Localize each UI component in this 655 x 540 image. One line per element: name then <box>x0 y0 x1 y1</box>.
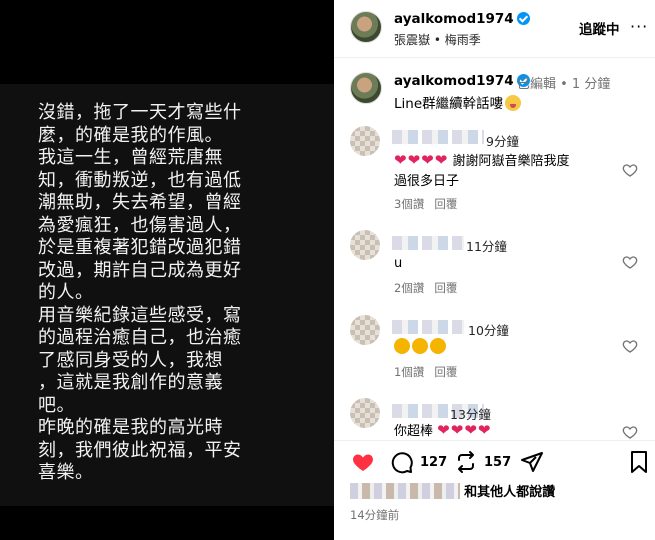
liker-avatars[interactable] <box>350 483 460 499</box>
red-heart-emoji-icon: ❤ <box>407 151 421 169</box>
caption-username-text[interactable]: ayalkomod1974 <box>394 73 514 89</box>
comment-meta: 1個讚 回覆 <box>394 364 467 380</box>
comment-text: u <box>394 256 403 271</box>
bookmark-save-icon[interactable] <box>629 450 649 474</box>
comment-bubble-icon[interactable] <box>390 450 414 474</box>
red-heart-emoji-icon: ❤ <box>434 151 448 169</box>
reply-button[interactable]: 回覆 <box>434 197 457 211</box>
post-timestamp[interactable]: 14分鐘前 <box>350 507 399 523</box>
text-line: 用音樂紀錄這些感受，寫 <box>38 304 242 326</box>
text-line: 了感同身受的人，我想 <box>38 349 223 371</box>
like-comment-heart-icon[interactable] <box>622 424 638 440</box>
text-line: 沒錯，拖了一天才寫些什 <box>38 102 242 123</box>
comment-time: 11分鐘 <box>466 239 507 254</box>
likes-summary-text[interactable]: 和其他人都說讚 <box>464 485 555 500</box>
red-heart-emoji-icon: ❤ <box>450 421 464 439</box>
comment-username[interactable] <box>392 320 464 334</box>
verified-badge-icon <box>516 12 530 25</box>
text-line: 於是重複著犯錯改過犯錯 <box>38 237 242 258</box>
author-avatar[interactable] <box>350 11 382 43</box>
comment-text <box>394 338 448 358</box>
clapping-hands-emoji-icon <box>412 338 428 354</box>
heart-eyes-emoji-icon: ❤ <box>437 421 450 439</box>
text-line: 刻，我們彼此祝福，平安 <box>38 439 242 461</box>
clapping-hands-emoji-icon <box>394 338 410 354</box>
red-heart-emoji-icon: ❤ <box>477 421 491 439</box>
comment-likes-count[interactable]: 2個讚 <box>394 281 424 295</box>
comment-likes-count[interactable]: 3個讚 <box>394 197 424 211</box>
comment-avatar[interactable] <box>350 315 380 345</box>
reply-button[interactable]: 回覆 <box>434 365 457 379</box>
text-line: 知，衝動叛逆，也有過低 <box>38 169 242 191</box>
text-line: 吧。 <box>38 394 75 416</box>
post-media: 沒錯，拖了一天才寫些什 麼，的確是我的作風。 我這一生，曾經荒唐無 知，衝動叛逆… <box>0 0 334 540</box>
caption-text: Line群繼續幹話嘍 <box>394 92 522 112</box>
red-heart-emoji-icon: ❤ <box>394 151 407 169</box>
text-line: 我這一生，曾經荒唐無 <box>38 147 223 168</box>
comment-text-line: 過很多日子 <box>394 174 460 189</box>
comment-time: 9分鐘 <box>486 134 519 149</box>
comment-username[interactable] <box>392 130 484 144</box>
author-username-text[interactable]: ayalkomod1974 <box>394 11 514 27</box>
comment-count[interactable]: 127 <box>420 455 447 470</box>
caption-edited-time: 已編輯 • 1 分鐘 <box>517 77 611 92</box>
text-line: 的過程治癒自己，也治癒 <box>38 327 242 348</box>
comment-text-line: 謝謝阿嶽音樂陪我度 <box>452 154 570 169</box>
post-header: ayalkomod1974 張震嶽 • 梅雨季 追蹤中 ··· <box>334 0 655 58</box>
reply-button[interactable]: 回覆 <box>434 281 457 295</box>
comment-avatar[interactable] <box>350 230 380 260</box>
following-button[interactable]: 追蹤中 <box>579 18 620 38</box>
more-options-icon[interactable]: ··· <box>630 17 648 36</box>
caption-text-content: Line群繼續幹話嘍 <box>394 96 504 112</box>
text-line: 喜樂。 <box>38 462 94 483</box>
comment-text: ❤❤❤❤ 謝謝阿嶽音樂陪我度 過很多日子 <box>394 150 569 192</box>
comment-time: 10分鐘 <box>468 323 509 338</box>
text-line: 昨晚的確是我的高光時 <box>38 417 223 438</box>
text-line: 為愛瘋狂，也傷害過人， <box>38 214 242 236</box>
caption-avatar[interactable] <box>350 72 382 104</box>
caption-username[interactable]: ayalkomod1974 <box>394 73 530 89</box>
repost-icon[interactable] <box>454 450 478 474</box>
author-username[interactable]: ayalkomod1974 <box>394 11 530 27</box>
red-heart-emoji-icon: ❤ <box>464 421 477 439</box>
author-subtitle[interactable]: 張震嶽 • 梅雨季 <box>394 31 481 48</box>
clapping-hands-emoji-icon <box>430 338 446 354</box>
repost-count[interactable]: 157 <box>484 455 511 470</box>
like-comment-heart-icon[interactable] <box>622 338 638 354</box>
likes-summary[interactable]: 和其他人都說讚 <box>350 481 555 500</box>
comment-likes-count[interactable]: 1個讚 <box>394 365 424 379</box>
tongue-face-emoji-icon <box>505 95 522 111</box>
post-image-text: 沒錯，拖了一天才寫些什 麼，的確是我的作風。 我這一生，曾經荒唐無 知，衝動叛逆… <box>38 102 328 485</box>
like-comment-heart-icon[interactable] <box>622 162 638 178</box>
post-action-bar: 127 157 和其他人都說讚 14分鐘前 <box>334 440 655 540</box>
comment-avatar[interactable] <box>350 398 380 428</box>
comment-text: 你超棒 ❤❤❤❤ <box>394 420 491 442</box>
like-comment-heart-icon[interactable] <box>622 254 638 270</box>
share-send-icon[interactable] <box>520 450 544 474</box>
post-details-panel: ayalkomod1974 張震嶽 • 梅雨季 追蹤中 ··· ayalkomo… <box>334 0 655 540</box>
like-heart-icon[interactable] <box>350 450 376 474</box>
text-line: 的人。 <box>38 282 94 303</box>
comment-meta: 2個讚 回覆 <box>394 280 467 296</box>
text-line: 麼，的確是我的作風。 <box>38 124 223 146</box>
comment-text-line: 你超棒 <box>394 424 434 439</box>
comment-meta: 3個讚 回覆 <box>394 196 467 212</box>
text-line: 潮無助，失去希望，曾經 <box>38 192 242 213</box>
comment-avatar[interactable] <box>350 126 380 156</box>
text-line: 改過，期許自己成為更好 <box>38 259 242 281</box>
red-heart-emoji-icon: ❤ <box>421 151 434 169</box>
comment-username[interactable] <box>392 236 464 250</box>
text-line: ，這就是我創作的意義 <box>38 372 223 393</box>
